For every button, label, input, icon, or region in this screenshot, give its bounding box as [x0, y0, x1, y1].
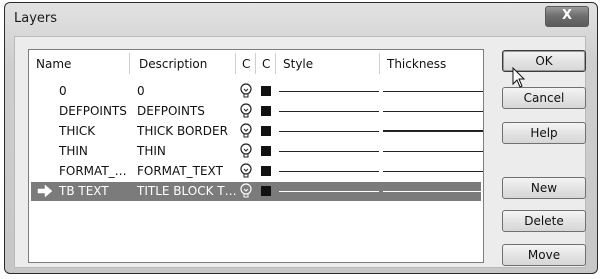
column-divider	[129, 53, 130, 74]
thickness-sample[interactable]	[383, 191, 483, 192]
column-divider	[235, 53, 236, 74]
column-header-style[interactable]: Style	[283, 57, 313, 71]
help-button[interactable]: Help	[502, 122, 586, 144]
linestyle-sample[interactable]	[279, 111, 379, 112]
title-bar[interactable]: Layers X	[5, 3, 597, 37]
layer-name[interactable]: 0	[59, 84, 67, 98]
column-header-thickness[interactable]: Thickness	[387, 57, 446, 71]
column-divider	[255, 53, 256, 74]
layer-name[interactable]: DEFPOINTS	[59, 104, 127, 118]
color-swatch[interactable]	[261, 146, 271, 156]
layers-list[interactable]: Name Description C C Style Thickness 00D…	[28, 49, 484, 263]
arrow-right-icon	[37, 184, 53, 198]
column-divider	[275, 53, 276, 74]
thickness-sample[interactable]	[383, 151, 483, 152]
column-header-color[interactable]: C	[242, 57, 250, 71]
layer-name[interactable]: THICK	[59, 124, 95, 138]
layer-row[interactable]: 00	[31, 82, 483, 101]
layer-row[interactable]: FORMAT_… FORMAT_TEXT	[31, 162, 483, 181]
move-button[interactable]: Move	[502, 244, 586, 266]
lightbulb-icon[interactable]	[239, 123, 253, 139]
column-header-color-2[interactable]: C	[262, 57, 270, 71]
thickness-sample[interactable]	[383, 111, 483, 112]
layer-description[interactable]: THIN	[137, 144, 166, 158]
close-button[interactable]: X	[545, 6, 589, 27]
list-header: Name Description C C Style Thickness	[29, 50, 483, 76]
delete-button[interactable]: Delete	[502, 210, 586, 232]
layer-row[interactable]: DEFPOINTS DEFPOINTS	[31, 102, 483, 121]
linestyle-sample[interactable]	[279, 91, 379, 92]
thickness-sample[interactable]	[383, 91, 483, 92]
layers-dialog: Layers X Name Description C C Style Thic…	[4, 2, 598, 274]
layer-name[interactable]: THIN	[59, 144, 88, 158]
column-divider	[379, 53, 380, 74]
layer-description[interactable]: 0	[137, 84, 145, 98]
layer-name[interactable]: TB TEXT	[59, 184, 109, 198]
color-swatch[interactable]	[261, 106, 271, 116]
layer-row[interactable]: THIN THIN	[31, 142, 483, 161]
linestyle-sample[interactable]	[279, 131, 379, 132]
layer-description[interactable]: FORMAT_TEXT	[137, 164, 223, 178]
lightbulb-icon[interactable]	[239, 143, 253, 159]
layer-row[interactable]: TB TEXT TITLE BLOCK T…	[31, 182, 483, 201]
dialog-title: Layers	[14, 11, 58, 26]
thickness-sample[interactable]	[383, 130, 483, 132]
linestyle-sample[interactable]	[279, 151, 379, 152]
thickness-sample[interactable]	[383, 171, 483, 172]
lightbulb-icon[interactable]	[239, 103, 253, 119]
layer-name[interactable]: FORMAT_…	[59, 164, 127, 178]
lightbulb-icon[interactable]	[239, 83, 253, 99]
color-swatch[interactable]	[261, 126, 271, 136]
new-button[interactable]: New	[502, 177, 586, 199]
column-header-name[interactable]: Name	[36, 57, 71, 71]
linestyle-sample[interactable]	[279, 171, 379, 172]
layer-description[interactable]: DEFPOINTS	[137, 104, 205, 118]
dialog-client-area: Name Description C C Style Thickness 00D…	[14, 36, 586, 268]
linestyle-sample[interactable]	[279, 191, 379, 192]
layer-description[interactable]: TITLE BLOCK T…	[137, 184, 237, 198]
column-header-description[interactable]: Description	[139, 57, 207, 71]
layer-row[interactable]: THICK THICK BORDER	[31, 122, 483, 141]
lightbulb-icon[interactable]	[239, 183, 253, 199]
color-swatch[interactable]	[261, 166, 271, 176]
color-swatch[interactable]	[261, 186, 271, 196]
mouse-pointer-icon	[512, 67, 526, 88]
lightbulb-icon[interactable]	[239, 163, 253, 179]
cancel-button[interactable]: Cancel	[502, 87, 586, 109]
color-swatch[interactable]	[261, 86, 271, 96]
layer-description[interactable]: THICK BORDER	[137, 124, 228, 138]
